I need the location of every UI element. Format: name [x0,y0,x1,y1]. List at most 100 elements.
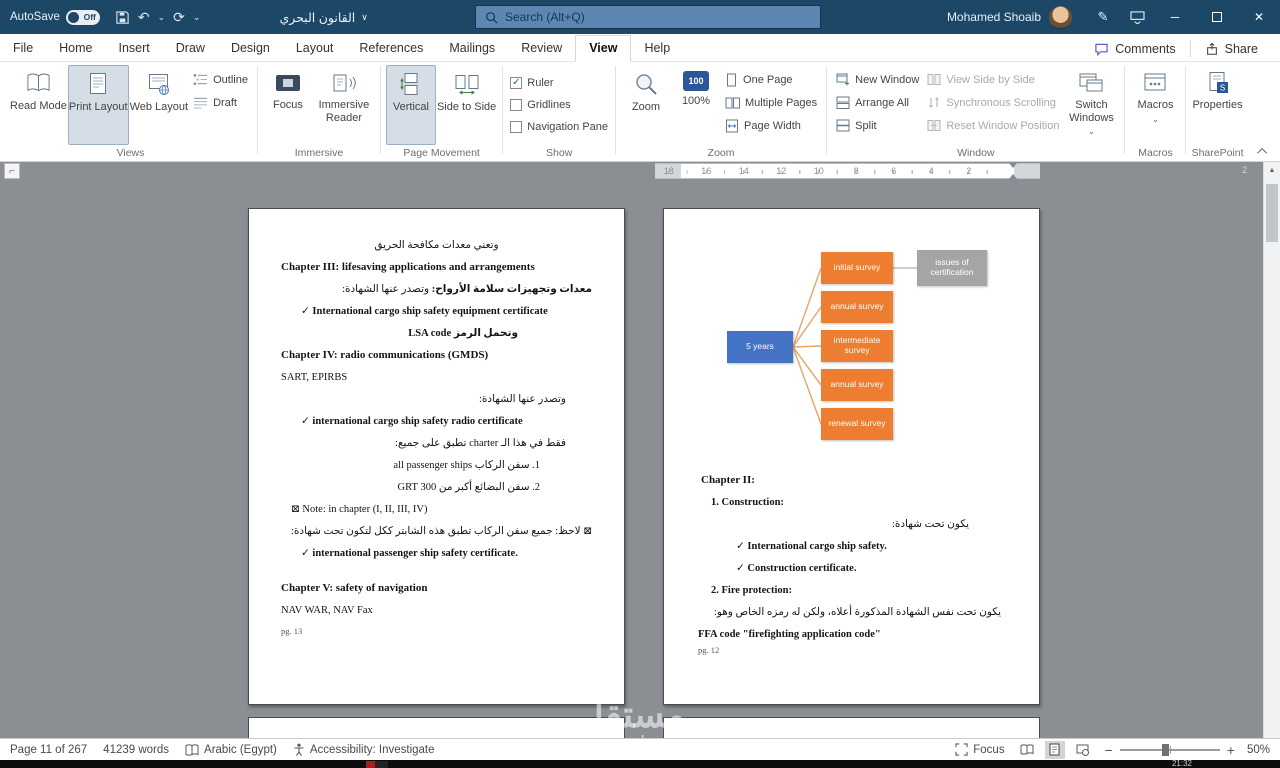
redo-icon[interactable]: ⟳ [173,10,185,24]
draft-button[interactable]: Draft [189,92,252,113]
arrange-all-icon [836,96,850,109]
word-count[interactable]: 41239 words [103,744,169,756]
document-page-left[interactable]: وتعني معدات مكافحة الحريق Chapter III: l… [248,208,625,705]
avatar[interactable] [1049,5,1072,29]
first-line-indent-marker[interactable] [1009,163,1017,168]
document-title[interactable]: القانون البحري ∨ [279,10,367,25]
language-label: Arabic (Egypt) [204,743,277,756]
maximize-button[interactable] [1196,0,1238,34]
switch-windows-icon [1078,71,1104,95]
zoom-slider-thumb[interactable] [1161,743,1169,756]
read-mode-label: Read Mode [10,100,67,112]
hanging-indent-marker[interactable] [1009,174,1017,179]
navigation-pane-checkbox[interactable]: Navigation Pane [508,117,610,137]
draw-pen-icon[interactable]: ✎ [1086,0,1120,34]
autosave-switch[interactable]: Off [65,9,100,25]
focus-mode-button[interactable]: Focus [955,743,1005,756]
tab-view[interactable]: View [575,35,632,62]
share-button[interactable]: Share [1195,39,1268,59]
diagram-node[interactable]: annual survey [821,291,893,323]
outline-icon [193,73,208,86]
zoom-slider-track[interactable] [1119,743,1220,756]
macros-button[interactable]: Macros ⌄ [1130,65,1180,145]
comments-button[interactable]: Comments [1084,39,1185,59]
read-mode-icon [25,71,52,96]
search-input[interactable]: Search (Alt+Q) [475,5,821,29]
zoom-button[interactable]: Zoom [621,65,671,145]
diagram-node[interactable]: annual survey [821,369,893,401]
close-button[interactable]: ✕ [1238,0,1280,34]
tab-design[interactable]: Design [218,36,283,61]
autosave-state: Off [83,12,96,22]
minimize-button[interactable]: ─ [1154,0,1196,34]
customize-quick-access-icon[interactable]: ⌄ [193,12,201,22]
side-to-side-icon [454,71,480,97]
scrollbar-thumb[interactable] [1266,184,1278,242]
taskbar-clock: 21:32 [1171,760,1192,768]
zoom-in-icon[interactable]: + [1227,743,1235,757]
zoom-percentage[interactable]: 50% [1247,744,1270,756]
gridlines-checkbox[interactable]: Gridlines [508,95,610,115]
next-page-preview [663,717,1040,738]
diagram-node-side[interactable]: issues of certification [917,250,987,286]
zoom-100-button[interactable]: 100 100% [671,65,721,145]
immersive-reader-button[interactable]: Immersive Reader [313,65,375,145]
web-layout-button[interactable]: Web Layout [129,65,190,145]
arrange-all-button[interactable]: Arrange All [832,92,923,113]
print-layout-view-button[interactable] [1044,740,1065,759]
autosave-toggle[interactable]: AutoSave Off [10,9,100,25]
focus-button[interactable]: Focus [263,65,313,145]
diagram-node[interactable]: intermediate survey [821,330,893,362]
watermark: مستقل mostaql.com [0,697,1263,739]
diagram-node-root[interactable]: 5 years [727,331,793,363]
tab-layout[interactable]: Layout [283,36,347,61]
print-layout-button[interactable]: Print Layout [67,65,129,145]
multiple-pages-label: Multiple Pages [745,96,818,109]
web-layout-label: Web Layout [129,101,189,113]
print-layout-label: Print Layout [68,101,128,113]
multiple-pages-button[interactable]: Multiple Pages [721,92,821,113]
outline-button[interactable]: Outline [189,69,252,90]
vertical-scrollbar[interactable]: ▲ [1263,162,1280,738]
undo-dropdown-icon[interactable]: ⌄ [158,12,166,22]
tab-stop-selector[interactable]: ⌐ [4,163,20,179]
switch-windows-button[interactable]: Switch Windows ⌄ [1063,65,1119,145]
synchronous-scrolling-label: Synchronous Scrolling [946,96,1056,109]
diagram-node[interactable]: initial survey [821,252,893,284]
page-width-button[interactable]: Page Width [721,115,821,136]
user-name[interactable]: Mohamed Shoaib [947,10,1041,24]
read-mode-button[interactable]: Read Mode [9,65,68,145]
ruler-outer-number: 2 [1242,165,1248,175]
read-mode-view-button[interactable] [1017,741,1037,759]
scroll-up-arrow-icon[interactable]: ▲ [1264,162,1280,178]
save-icon[interactable] [115,10,130,25]
split-button[interactable]: Split [832,115,923,136]
accessibility-icon [293,743,305,756]
tab-mailings[interactable]: Mailings [436,36,508,61]
ribbon-display-options-icon[interactable] [1120,0,1154,34]
zoom-slider[interactable]: − + [1105,743,1235,757]
side-to-side-button[interactable]: Side to Side [436,65,497,145]
new-window-button[interactable]: New Window [832,69,923,90]
tab-help[interactable]: Help [631,36,683,61]
tab-home[interactable]: Home [46,36,105,61]
proofing-status[interactable]: Arabic (Egypt) [185,744,277,756]
taskbar-app-icon[interactable] [366,761,388,768]
page-indicator[interactable]: Page 11 of 267 [10,744,87,756]
tab-file[interactable]: File [0,36,46,61]
tab-insert[interactable]: Insert [106,36,163,61]
document-page-right[interactable]: 5 years initial survey annual survey int… [663,208,1040,705]
tab-draw[interactable]: Draw [163,36,218,61]
accessibility-status[interactable]: Accessibility: Investigate [293,743,435,756]
properties-button[interactable]: S Properties [1191,65,1243,145]
diagram-node[interactable]: renewal survey [821,408,893,440]
undo-icon[interactable]: ↶ [138,10,150,24]
ruler-checkbox[interactable]: ✓ Ruler [508,73,610,93]
one-page-button[interactable]: One Page [721,69,821,90]
zoom-out-icon[interactable]: − [1105,743,1113,757]
tab-review[interactable]: Review [508,36,575,61]
tab-references[interactable]: References [346,36,436,61]
collapse-ribbon-button[interactable] [1256,145,1270,158]
web-layout-view-button[interactable] [1073,741,1093,759]
vertical-button[interactable]: Vertical [385,65,436,145]
